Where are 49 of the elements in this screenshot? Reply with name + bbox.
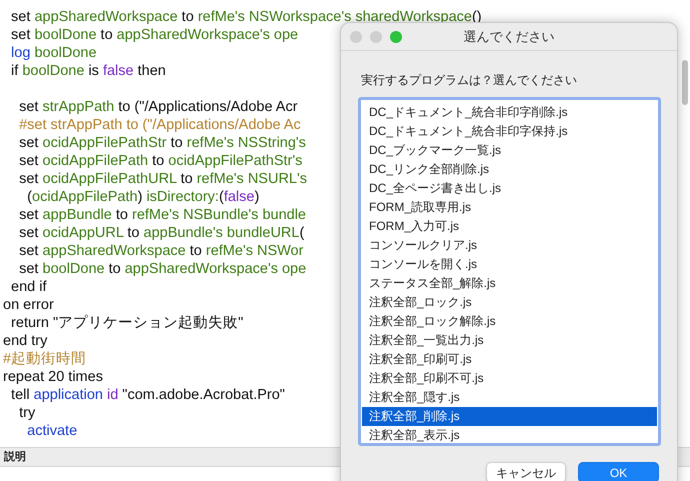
code-line: set ocidAppFilePathStr to refMe's NSString's — [18, 134, 306, 152]
code-line: (ocidAppFilePath) isDirectory:(false) — [26, 188, 260, 206]
list-item[interactable]: 注釈全部_印刷可.js — [362, 350, 657, 369]
list-item[interactable]: 注釈全部_ロック.js — [362, 293, 657, 312]
code-line: tell application id "com.adobe.Acrobat.Pro" — [10, 386, 285, 404]
dialog-title: 選んでください — [464, 28, 554, 46]
list-item[interactable]: FORM_入力可.js — [362, 217, 657, 236]
zoom-icon[interactable] — [390, 30, 402, 42]
code-line: activate — [26, 422, 78, 440]
code-line: end if — [10, 278, 47, 296]
code-line: set boolDone to appSharedWorkspace's ope — [18, 260, 306, 278]
close-icon[interactable] — [350, 30, 362, 42]
code-line: set appSharedWorkspace to refMe's NSWor — [18, 242, 304, 260]
list-item[interactable]: 注釈全部_一覧出力.js — [362, 331, 657, 350]
code-line: log boolDone — [10, 44, 97, 62]
list-item[interactable]: コンソールクリア.js — [362, 236, 657, 255]
code-line: set ocidAppFilePath to ocidAppFilePathStr's — [18, 152, 302, 170]
prompt-text: 実行するプログラムは？選んでください — [361, 73, 577, 87]
code-line: set ocidAppFilePathURL to refMe's NSURL's — [18, 170, 307, 188]
cancel-button[interactable]: キャンセル — [486, 462, 566, 481]
list-item[interactable]: DC_リンク全部削除.js — [362, 160, 657, 179]
list-item[interactable]: 注釈全部_印刷不可.js — [362, 369, 657, 388]
code-line: on error — [3, 296, 54, 314]
list-item[interactable]: 注釈全部_隠す.js — [362, 388, 657, 407]
list-item[interactable]: DC_ドキュメント_統合非印字削除.js — [362, 103, 657, 122]
list-item[interactable]: DC_ドキュメント_統合非印字保持.js — [362, 122, 657, 141]
list-item[interactable]: 注釈全部_削除.js — [362, 407, 657, 426]
code-line: if boolDone is false then — [10, 62, 166, 80]
ok-button[interactable]: OK — [578, 462, 659, 481]
list-item[interactable]: DC_全ページ書き出し.js — [362, 179, 657, 198]
description-label: 説明 — [4, 450, 26, 465]
list-item[interactable]: FORM_読取専用.js — [362, 198, 657, 217]
code-line: repeat 20 times — [3, 368, 103, 386]
list-item[interactable]: DC_ブックマーク一覧.js — [362, 141, 657, 160]
list-item[interactable]: 注釈全部_表示.js — [362, 426, 657, 445]
code-line: end try — [3, 332, 48, 350]
list-item[interactable]: コンソールを開く.js — [362, 255, 657, 274]
list-item[interactable]: ステータス全部_解除.js — [362, 274, 657, 293]
code-line: set ocidAppURL to appBundle's bundleURL( — [18, 224, 304, 242]
list-item[interactable]: 注釈全部_ロック解除.js — [362, 312, 657, 331]
code-line: #set strAppPath to ("/Applications/Adobe Ac — [18, 116, 301, 134]
code-line: #起動街時間 — [3, 350, 86, 368]
code-line: set appBundle to refMe's NSBundle's bundle — [18, 206, 306, 224]
code-line: set boolDone to appSharedWorkspace's ope — [10, 26, 298, 44]
code-line: set strAppPath to ("/Applications/Adobe Acr — [18, 98, 298, 116]
minimize-icon[interactable] — [370, 30, 382, 42]
scrollbar-thumb[interactable] — [682, 60, 688, 105]
code-line: return "アプリケーション起動失敗" — [10, 314, 244, 332]
code-line: try — [18, 404, 36, 422]
